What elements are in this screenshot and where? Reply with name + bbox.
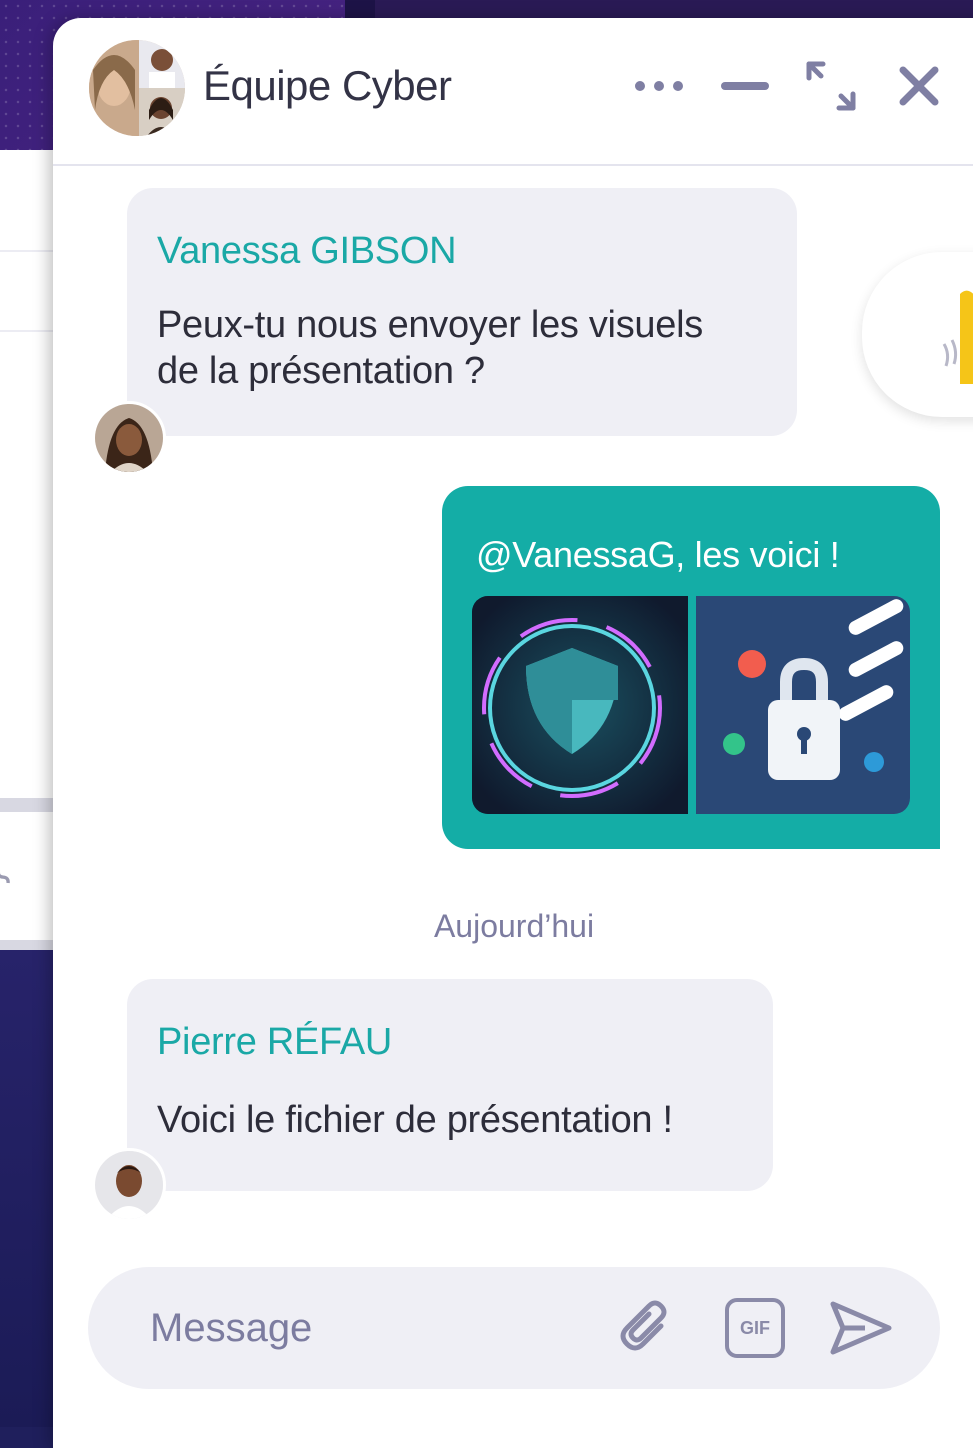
padlock-image[interactable]: [696, 596, 910, 814]
minimize-button[interactable]: [717, 56, 773, 116]
sender-name[interactable]: Pierre RÉFAU: [157, 1021, 392, 1064]
date-separator: Aujourd’hui: [433, 908, 595, 944]
expand-button[interactable]: [803, 56, 859, 116]
message-text: Voici le fichier de présentation !: [157, 1099, 673, 1141]
avatar-pierre[interactable]: [92, 1148, 166, 1222]
message-text: @VanessaG, les voici !: [476, 534, 840, 575]
send-icon: [830, 1301, 892, 1355]
avatar-vanessa[interactable]: [92, 401, 166, 475]
message-text: Peux-tu nous envoyer les visuels de la p…: [157, 302, 703, 394]
sender-name[interactable]: Vanessa GIBSON: [157, 230, 457, 273]
message-bubble-outgoing[interactable]: @VanessaG, les voici !: [442, 486, 940, 849]
cyber-shield-image[interactable]: [472, 596, 688, 814]
gif-button[interactable]: GIF: [722, 1295, 788, 1361]
message-input[interactable]: [148, 1297, 592, 1359]
attach-icon: [620, 1300, 667, 1351]
background-attach-icon: ⌇: [0, 849, 22, 897]
attach-button[interactable]: [614, 1295, 680, 1361]
background-app-footer: [0, 950, 60, 1427]
chat-header: Équipe Cyber: [53, 18, 973, 166]
more-options-button[interactable]: [631, 56, 687, 116]
message-composer: GIF: [88, 1267, 940, 1389]
expand-icon: [806, 61, 856, 111]
message-bubble-incoming[interactable]: Vanessa GIBSON Peux-tu nous envoyer les …: [127, 188, 797, 436]
message-bubble-incoming[interactable]: Pierre RÉFAU Voici le fichier de présent…: [127, 979, 773, 1191]
more-icon: [635, 81, 683, 91]
message-line: de la présentation ?: [157, 350, 485, 392]
waving-hand-icon: [942, 290, 973, 384]
minimize-icon: [721, 82, 769, 90]
gif-label: GIF: [740, 1317, 770, 1338]
background-app-panel: ⌇: [0, 150, 60, 952]
chat-title: Équipe Cyber: [203, 62, 452, 109]
group-avatar[interactable]: [89, 40, 185, 136]
message-line: Peux-tu nous envoyer les visuels: [157, 304, 703, 346]
close-button[interactable]: [891, 56, 947, 116]
close-icon: [899, 66, 939, 106]
send-button[interactable]: [828, 1295, 894, 1361]
